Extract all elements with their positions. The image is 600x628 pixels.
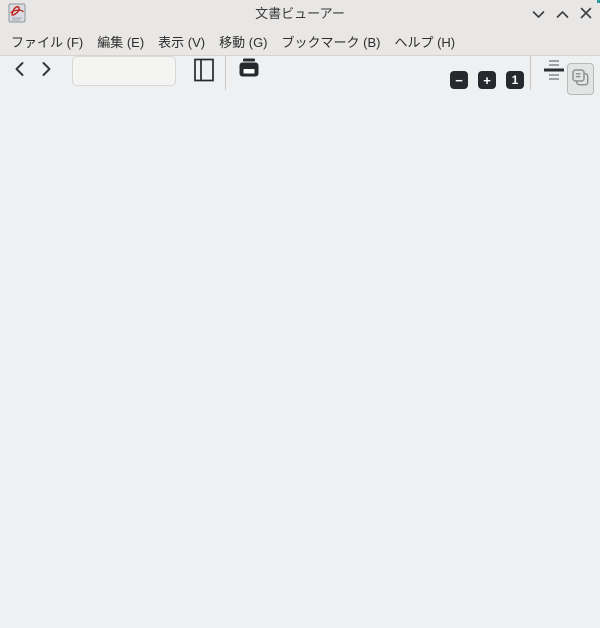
multipage-icon <box>572 69 589 89</box>
chevron-right-icon <box>40 61 53 80</box>
plus-icon: + <box>483 72 491 88</box>
menubar: ファイル (F) 編集 (E) 表示 (V) 移動 (G) ブックマーク (B)… <box>0 28 600 56</box>
chevron-left-icon <box>13 61 26 80</box>
document-view-area <box>0 104 600 628</box>
sidebar-icon <box>194 58 214 85</box>
app-document-icon <box>8 3 26 23</box>
menu-view[interactable]: 表示 (V) <box>151 28 212 55</box>
menu-help[interactable]: ヘルプ (H) <box>387 28 462 55</box>
continuous-view-button[interactable] <box>541 56 567 86</box>
menu-bookmarks[interactable]: ブックマーク (B) <box>275 28 388 55</box>
menu-edit[interactable]: 編集 (E) <box>90 28 151 55</box>
minimize-button[interactable] <box>526 2 550 26</box>
back-button[interactable] <box>5 56 33 84</box>
window-title: 文書ビューアー <box>255 6 345 21</box>
multipage-view-button[interactable] <box>567 63 594 95</box>
menu-file[interactable]: ファイル (F) <box>4 28 90 55</box>
minus-icon: − <box>455 72 463 88</box>
zoom-level-label: 1 <box>511 73 519 87</box>
close-icon <box>580 7 592 22</box>
page-entry <box>72 56 176 86</box>
print-button[interactable] <box>235 56 263 82</box>
forward-button[interactable] <box>32 56 60 84</box>
page-number-input[interactable] <box>73 57 124 85</box>
menu-go[interactable]: 移動 (G) <box>212 28 274 55</box>
toolbar-separator <box>530 56 531 90</box>
sidebar-toggle-button[interactable] <box>190 56 218 86</box>
chevron-down-icon <box>532 7 545 22</box>
toolbar-separator <box>225 56 226 90</box>
document-viewer-window: 文書ビューアー ファイル (F) 編集 (E) 表示 (V) 移動 (G) ブッ… <box>0 0 600 628</box>
zoom-in-button[interactable]: + <box>478 71 496 89</box>
printer-icon <box>239 58 259 80</box>
toolbar: − + 1 <box>0 56 600 104</box>
page-total-input[interactable] <box>124 57 175 85</box>
zoom-out-button[interactable]: − <box>450 71 468 89</box>
maximize-button[interactable] <box>550 2 574 26</box>
window-controls <box>526 0 598 28</box>
close-button[interactable] <box>574 2 598 26</box>
zoom-reset-button[interactable]: 1 <box>506 71 524 89</box>
titlebar: 文書ビューアー <box>0 0 600 28</box>
chevron-up-icon <box>556 7 569 22</box>
continuous-lines-icon <box>544 58 564 85</box>
